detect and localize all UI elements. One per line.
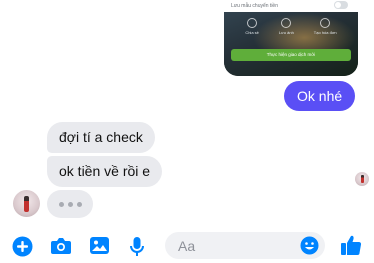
invoice-icon	[320, 18, 331, 28]
emoji-icon	[300, 236, 319, 255]
like-icon	[341, 235, 362, 255]
microphone-icon	[130, 237, 144, 256]
share-icon-item: Chia sẻ	[245, 18, 259, 35]
message-input-placeholder: Aa	[178, 238, 196, 254]
sender-avatar[interactable]	[13, 190, 40, 217]
typing-indicator	[47, 190, 93, 218]
save-image-icon	[281, 18, 292, 28]
shared-image-toggle	[334, 1, 348, 9]
save-image-icon-item: Lưu ảnh	[279, 18, 294, 35]
read-receipt-avatar-figure	[361, 175, 364, 183]
shared-image-attachment[interactable]: Lưu mẫu chuyển tiền Chia sẻ Lưu ảnh Tạo …	[224, 0, 358, 76]
shared-image-row-label: Lưu mẫu chuyển tiền	[231, 3, 278, 9]
voice-button[interactable]	[129, 236, 145, 263]
incoming-message-bubble[interactable]: ok tiền về rồi e	[47, 156, 163, 187]
share-icon	[247, 18, 258, 28]
outgoing-message-bubble[interactable]: Ok nhé	[284, 81, 356, 111]
invoice-icon-label: Tạo hóa đơn	[313, 30, 337, 35]
shared-image-icon-row: Chia sẻ Lưu ảnh Tạo hóa đơn	[224, 18, 358, 35]
invoice-icon-item: Tạo hóa đơn	[314, 18, 337, 35]
message-composer: Aa	[0, 228, 374, 260]
sender-avatar-figure	[24, 196, 29, 212]
image-icon	[90, 237, 109, 254]
plus-button[interactable]	[12, 236, 33, 262]
incoming-message-bubble[interactable]: đợi tí a check	[47, 122, 155, 153]
typing-dot	[67, 201, 73, 207]
message-input[interactable]: Aa	[165, 232, 325, 259]
read-receipt-avatar	[355, 172, 369, 186]
emoji-button[interactable]	[300, 236, 319, 260]
camera-icon	[51, 238, 71, 254]
typing-dot	[76, 201, 82, 207]
gallery-button[interactable]	[89, 236, 110, 260]
save-image-icon-label: Lưu ảnh	[278, 30, 294, 35]
plus-icon	[12, 236, 33, 257]
share-icon-label: Chia sẻ	[245, 30, 259, 35]
typing-dot	[58, 201, 64, 207]
camera-button[interactable]	[50, 236, 72, 261]
new-transaction-button: Thực hiện giao dịch mới	[231, 49, 351, 61]
